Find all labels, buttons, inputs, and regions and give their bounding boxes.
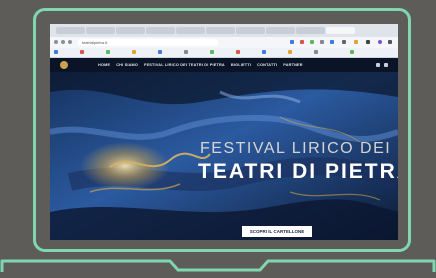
bookmark-item[interactable] xyxy=(350,50,355,55)
browser-tab[interactable] xyxy=(206,27,235,34)
extension-icon[interactable] xyxy=(310,40,314,44)
bookmark-favicon-icon xyxy=(288,50,292,55)
browser-tab[interactable] xyxy=(176,27,205,34)
extension-icon[interactable] xyxy=(320,40,324,44)
header-icon-group xyxy=(376,63,388,67)
bookmark-item[interactable] xyxy=(184,50,189,55)
nav-item-festival[interactable]: FESTIVAL LIRICO DEI TEATRI DI PIETRA xyxy=(144,62,225,68)
bookmark-item[interactable] xyxy=(80,50,85,55)
browser-toolbar: teatridipietra.it xyxy=(50,37,398,48)
bookmark-favicon-icon xyxy=(54,50,58,55)
site-logo[interactable] xyxy=(60,61,68,69)
nav-item-partner[interactable]: PARTNER xyxy=(283,62,302,68)
bookmark-item[interactable] xyxy=(288,50,293,55)
hero-banner: FESTIVAL LIRICO DEI TEATRI DI PIETRA SCO… xyxy=(50,72,398,240)
bookmark-item[interactable] xyxy=(236,50,241,55)
extension-icon[interactable] xyxy=(342,40,346,44)
bookmark-item[interactable] xyxy=(158,50,163,55)
nav-item-home[interactable]: HOME xyxy=(98,62,110,68)
extension-icon[interactable] xyxy=(290,40,294,44)
program-button[interactable]: SCOPRI IL CARTELLONE xyxy=(242,226,312,237)
menu-icon[interactable] xyxy=(384,63,388,67)
bookmark-item[interactable] xyxy=(210,50,215,55)
bookmark-favicon-icon xyxy=(236,50,240,55)
reload-icon[interactable] xyxy=(68,40,72,44)
bookmark-item[interactable] xyxy=(106,50,111,55)
hero-title-line2: TEATRI DI PIETRA xyxy=(198,160,398,183)
hero-title-line1: FESTIVAL LIRICO DEI xyxy=(200,140,392,157)
search-icon[interactable] xyxy=(376,63,380,67)
browser-tab[interactable] xyxy=(236,27,265,34)
browser-tab[interactable] xyxy=(296,27,325,34)
bookmark-item[interactable] xyxy=(54,50,59,55)
bookmark-favicon-icon xyxy=(80,50,84,55)
bookmark-item[interactable] xyxy=(314,50,319,55)
laptop-base-outline xyxy=(0,248,436,278)
browser-window: teatridipietra.it HOME CHI SIAMO FESTIVA… xyxy=(50,24,398,240)
extension-icon[interactable] xyxy=(300,40,304,44)
site-nav: HOME CHI SIAMO FESTIVAL LIRICO DEI TEATR… xyxy=(98,62,303,68)
extension-icon[interactable] xyxy=(366,40,370,44)
bookmark-favicon-icon xyxy=(210,50,214,55)
browser-tab-active[interactable] xyxy=(326,27,355,34)
nav-item-contatti[interactable]: CONTATTI xyxy=(257,62,277,68)
extension-icon[interactable] xyxy=(330,40,334,44)
bookmark-favicon-icon xyxy=(132,50,136,55)
bookmark-favicon-icon xyxy=(184,50,188,55)
bookmark-favicon-icon xyxy=(106,50,110,55)
bookmark-favicon-icon xyxy=(262,50,266,55)
browser-tab[interactable] xyxy=(116,27,145,34)
bookmark-item[interactable] xyxy=(132,50,137,55)
browser-tab-bar xyxy=(50,24,398,37)
browser-tab[interactable] xyxy=(86,27,115,34)
bookmark-favicon-icon xyxy=(314,50,318,55)
browser-tab[interactable] xyxy=(266,27,295,34)
bookmarks-bar xyxy=(50,48,398,58)
bookmark-favicon-icon xyxy=(350,50,354,55)
back-icon[interactable] xyxy=(54,40,58,44)
site-header: HOME CHI SIAMO FESTIVAL LIRICO DEI TEATR… xyxy=(50,58,398,72)
profile-avatar-icon[interactable] xyxy=(378,40,382,44)
forward-icon[interactable] xyxy=(61,40,65,44)
nav-item-chi-siamo[interactable]: CHI SIAMO xyxy=(116,62,138,68)
bookmark-favicon-icon xyxy=(158,50,162,55)
bookmark-item[interactable] xyxy=(262,50,267,55)
browser-tab[interactable] xyxy=(146,27,175,34)
nav-item-biglietti[interactable]: BIGLIETTI xyxy=(231,62,251,68)
address-input[interactable]: teatridipietra.it xyxy=(78,39,218,46)
browser-tab[interactable] xyxy=(56,27,85,34)
extension-icon[interactable] xyxy=(354,40,358,44)
menu-kebab-icon[interactable] xyxy=(388,40,392,44)
